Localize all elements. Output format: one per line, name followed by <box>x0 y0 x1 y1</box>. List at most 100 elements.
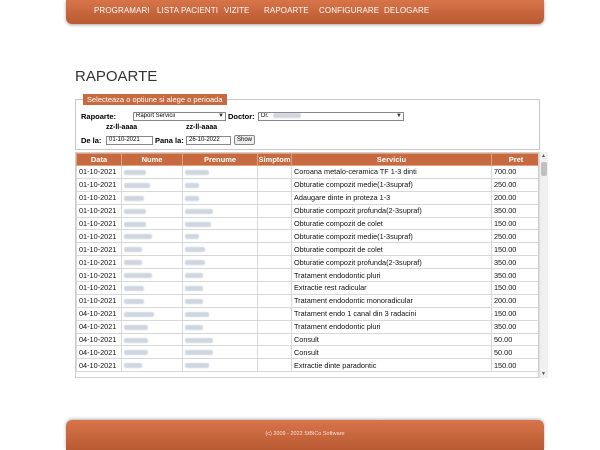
table-row[interactable]: 01-10-2021 Obturatie compozit medie(1-3su… <box>76 229 538 244</box>
header-serviciu[interactable]: Serviciu <box>291 153 492 166</box>
header-simptom[interactable]: Simptom <box>257 153 292 166</box>
cell-prenume <box>182 319 258 334</box>
doctor-select[interactable]: Dr. ▼ <box>258 112 404 121</box>
cell-prenume <box>182 293 258 308</box>
cell-data: 01-10-2021 <box>76 293 122 308</box>
cell-nume <box>121 229 183 244</box>
redacted-text <box>124 324 148 330</box>
redacted-text <box>124 170 146 176</box>
scrollbar-thumb[interactable] <box>541 162 547 176</box>
cell-nume <box>121 293 183 308</box>
page: PROGRAMARI LISTA PACIENTI VIZITE RAPOART… <box>0 0 600 450</box>
pana-la-format-hint: zz-ll-aaaa <box>186 124 218 131</box>
nav-vizite[interactable]: VIZITE <box>224 6 250 15</box>
cell-serviciu: Consult <box>291 332 492 347</box>
nav-delogare[interactable]: DELOGARE <box>384 6 429 15</box>
nav-programari[interactable]: PROGRAMARI <box>94 6 150 15</box>
scroll-up-icon[interactable]: ▲ <box>541 153 546 159</box>
table-row[interactable]: 01-10-2021 Tratament endodontic pluri 350.… <box>76 268 538 283</box>
de-la-input[interactable]: 01-10-2021 <box>106 136 153 145</box>
cell-prenume <box>182 281 258 295</box>
cell-pret: 350.00 <box>491 319 538 334</box>
table-row[interactable]: 04-10-2021 Consult 50.00 <box>76 332 538 347</box>
cell-nume <box>121 319 183 334</box>
table-row[interactable]: 01-10-2021 Tratament endodontic monoradic… <box>76 293 538 308</box>
cell-simptom <box>257 177 292 192</box>
redacted-text <box>185 247 205 253</box>
cell-nume <box>121 345 183 360</box>
table-scrollbar[interactable]: ▲ ▼ <box>539 152 548 378</box>
nav-lista-pacienti[interactable]: LISTA PACIENTI <box>157 6 218 15</box>
redacted-text <box>124 260 142 266</box>
cell-pret: 50.00 <box>491 345 538 360</box>
cell-nume <box>121 216 183 231</box>
redacted-text <box>124 208 146 214</box>
cell-data: 04-10-2021 <box>76 345 122 360</box>
redacted-text <box>124 286 144 292</box>
redacted-text <box>124 298 144 304</box>
redacted-text <box>185 324 203 330</box>
redacted-text <box>124 234 152 240</box>
table-row[interactable]: 01-10-2021 Adaugare dinte in proteza 1-3 2… <box>76 190 538 205</box>
report-table: Data Nume Prenume Simptom Serviciu Pret … <box>76 153 538 373</box>
cell-serviciu: Coroana metalo-ceramica TF 1-3 dinti <box>291 165 492 179</box>
cell-simptom <box>257 216 292 231</box>
table-row[interactable]: 01-10-2021 Obturatie compozit de colet 150… <box>76 242 538 257</box>
cell-nume <box>121 242 183 257</box>
pana-la-input[interactable]: 26-10-2022 <box>186 136 231 145</box>
header-nume[interactable]: Nume <box>121 153 183 166</box>
cell-data: 01-10-2021 <box>76 281 122 295</box>
report-filter-panel: Selecteaza o optiune si alege o perioada… <box>75 94 540 150</box>
header-prenume[interactable]: Prenume <box>182 153 258 166</box>
table-row[interactable]: 01-10-2021 Extractie rest radicular 150.00 <box>76 281 538 295</box>
cell-prenume <box>182 242 258 257</box>
table-row[interactable]: 04-10-2021 Extractie dinte paradontic 150.… <box>76 358 538 373</box>
header-pret[interactable]: Pret <box>491 153 538 166</box>
table-row[interactable]: 01-10-2021 Obturatie compozit medie(1-3su… <box>76 177 538 192</box>
cell-simptom <box>257 255 292 270</box>
cell-serviciu: Extractie dinte paradontic <box>291 358 492 373</box>
cell-pret: 250.00 <box>491 177 538 192</box>
redacted-text <box>124 247 142 253</box>
cell-prenume <box>182 229 258 244</box>
table-row[interactable]: 01-10-2021 Obturatie compozit profunda(2-… <box>76 203 538 218</box>
de-la-label: De la: <box>81 136 102 145</box>
cell-pret: 150.00 <box>491 281 538 295</box>
redacted-text <box>124 337 148 343</box>
cell-simptom <box>257 165 292 179</box>
redacted-text <box>185 311 209 317</box>
top-navigation: PROGRAMARI LISTA PACIENTI VIZITE RAPOART… <box>66 0 544 24</box>
cell-simptom <box>257 332 292 347</box>
cell-simptom <box>257 242 292 257</box>
cell-serviciu: Adaugare dinte in proteza 1-3 <box>291 190 492 205</box>
cell-serviciu: Tratament endodontic pluri <box>291 268 492 283</box>
redacted-text <box>185 298 203 304</box>
cell-serviciu: Tratament endodontic pluri <box>291 319 492 334</box>
header-data[interactable]: Data <box>76 153 122 166</box>
redacted-text <box>185 195 199 201</box>
cell-data: 04-10-2021 <box>76 319 122 334</box>
cell-simptom <box>257 293 292 308</box>
redacted-text <box>124 311 154 317</box>
cell-serviciu: Tratament endodontic monoradicular <box>291 293 492 308</box>
doctor-select-value: Dr. <box>261 113 269 120</box>
show-button[interactable]: Show <box>234 135 255 145</box>
redacted-text <box>185 350 213 356</box>
pana-la-label: Pana la: <box>155 136 184 145</box>
redacted-text <box>185 337 213 343</box>
scroll-down-icon[interactable]: ▼ <box>541 371 546 377</box>
table-row[interactable]: 01-10-2021 Obturatie compozit profunda(2-… <box>76 255 538 270</box>
table-row[interactable]: 01-10-2021 Obturatie compozit de colet 150… <box>76 216 538 231</box>
cell-simptom <box>257 190 292 205</box>
nav-rapoarte[interactable]: RAPOARTE <box>264 6 309 15</box>
table-row[interactable]: 04-10-2021 Tratament endodontic pluri 350.… <box>76 319 538 334</box>
cell-pret: 200.00 <box>491 190 538 205</box>
cell-pret: 250.00 <box>491 229 538 244</box>
table-row[interactable]: 04-10-2021 Consult 50.00 <box>76 345 538 360</box>
rapoarte-select[interactable]: Raport Servicii ▼ <box>133 112 226 121</box>
cell-simptom <box>257 358 292 373</box>
table-row[interactable]: 04-10-2021 Tratament endo 1 canal din 3 r… <box>76 306 538 321</box>
table-row[interactable]: 01-10-2021 Coroana metalo-ceramica TF 1-3… <box>76 165 538 179</box>
nav-configurare[interactable]: CONFIGURARE <box>319 6 379 15</box>
cell-prenume <box>182 306 258 321</box>
